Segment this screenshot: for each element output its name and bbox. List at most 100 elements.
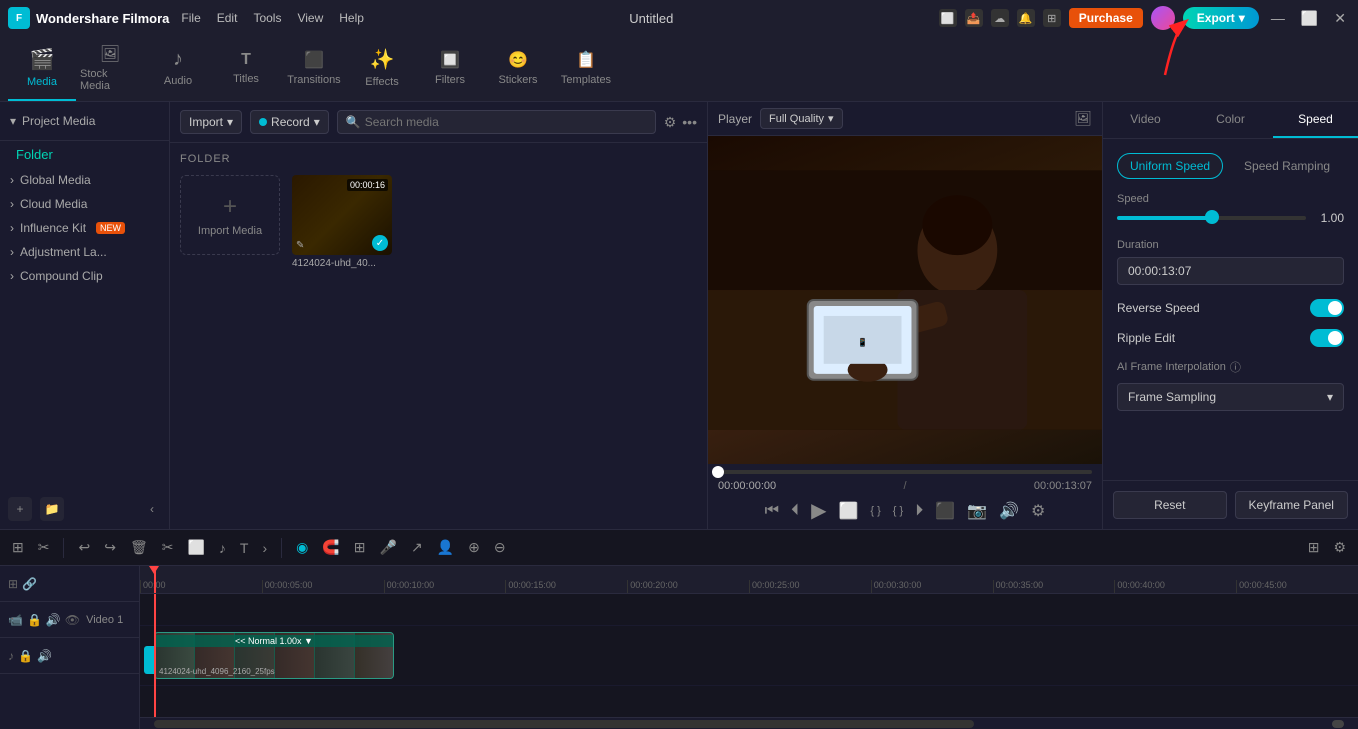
mark-in-icon[interactable]: { } [893,505,903,517]
ai-frame-info-icon[interactable]: ⓘ [1230,359,1241,375]
ripple-edit-toggle[interactable] [1310,329,1344,347]
win-minimize[interactable]: — [1267,10,1289,27]
menu-edit[interactable]: Edit [217,11,238,25]
tab-video[interactable]: Video [1103,102,1188,138]
speaker-icon[interactable]: 🔊 [999,501,1019,521]
track-eye-icon[interactable]: 👁 [65,613,80,627]
tab-color[interactable]: Color [1188,102,1273,138]
tab-effects[interactable]: ✨ Effects [348,36,416,101]
progress-thumb[interactable] [712,466,724,478]
win-restore[interactable]: ⬜ [1297,10,1322,27]
record-button[interactable]: Record ▾ [250,110,329,134]
timeline-settings-button[interactable]: ⚙ [1329,536,1350,559]
reset-button[interactable]: Reset [1113,491,1227,519]
reverse-speed-toggle[interactable] [1310,299,1344,317]
text-button[interactable]: T [236,537,253,559]
clip-start-handle[interactable] [144,646,156,674]
progress-bar[interactable] [718,470,1092,474]
person-button[interactable]: 👤 [433,536,458,559]
step-forward-icon[interactable]: { } [870,505,880,517]
bell-icon[interactable]: 🔔 [1017,9,1035,27]
more-button[interactable]: › [258,537,271,559]
step-back-icon[interactable]: ⏴ [791,502,799,520]
frame-sampling-dropdown[interactable]: Frame Sampling ▾ [1117,383,1344,411]
uniform-speed-tab[interactable]: Uniform Speed [1117,153,1223,179]
next-frame-icon[interactable]: ⏵ [915,502,923,520]
audio-button[interactable]: ♪ [215,537,230,559]
timeline-hscroll[interactable] [140,717,1358,729]
quality-dropdown[interactable]: Full Quality ▾ [760,108,843,129]
camera-icon[interactable]: 📷 [967,501,987,521]
search-input[interactable] [365,115,647,129]
mic-button[interactable]: 🎤 [376,536,401,559]
arrow-up-button[interactable]: ↗ [407,536,427,559]
video-clip[interactable]: << Normal 1.00x ▼ 4124024-uhd_4096_2160_… [154,632,394,679]
tab-stock-media[interactable]: 🖼 Stock Media [76,36,144,101]
settings-preview-icon[interactable]: ⚙ [1031,501,1045,521]
keyframe-button[interactable]: Keyframe Panel [1235,491,1349,519]
image-preview-icon[interactable]: 🖼 [1074,110,1092,127]
track-lock-icon[interactable]: 🔒 [27,613,42,627]
menu-help[interactable]: Help [339,11,364,25]
filter-icon[interactable]: ⚙ [664,114,677,131]
minimize-icon[interactable]: ⬜ [939,9,957,27]
timeline-trim-tool[interactable]: ✂ [34,536,54,559]
sidebar-add-btn[interactable]: + [8,497,32,521]
cast-icon[interactable]: 📤 [965,9,983,27]
link-track-icon[interactable]: 🔗 [22,577,37,591]
apps-icon[interactable]: ⊞ [1043,9,1061,27]
delete-button[interactable]: 🗑 [126,536,152,559]
sidebar-item-compound-clip[interactable]: › Compound Clip [0,264,169,288]
media-item[interactable]: 00:00:16 ✎ ✓ 4124024-uhd_40... [292,175,392,269]
tab-filters[interactable]: 🔲 Filters [416,36,484,101]
cloud-icon[interactable]: ☁ [991,9,1009,27]
speed-thumb[interactable] [1205,210,1219,224]
menu-tools[interactable]: Tools [253,11,281,25]
sidebar-project-header[interactable]: ▾ Project Media [10,110,159,132]
sidebar-item-adjustment-layer[interactable]: › Adjustment La... [0,240,169,264]
win-close[interactable]: ✕ [1330,10,1350,27]
sidebar-folder-btn[interactable]: 📁 [40,497,64,521]
play-icon[interactable]: ▶ [811,498,826,523]
import-media-placeholder[interactable]: + Import Media [180,175,280,255]
more-options-icon[interactable]: ••• [682,114,697,131]
hscroll-thumb[interactable] [154,720,974,728]
speed-ramp-tab[interactable]: Speed Ramping [1231,153,1343,179]
timeline-select-tool[interactable]: ⊞ [8,536,28,559]
tab-media[interactable]: 🎬 Media [8,36,76,101]
stop-icon[interactable]: ⬜ [838,501,858,521]
duration-input[interactable] [1117,257,1344,285]
search-box[interactable]: 🔍 [337,110,656,134]
snap-button[interactable]: ◉ [292,536,312,559]
sidebar-item-influence-kit[interactable]: › Influence Kit NEW [0,216,169,240]
redo-button[interactable]: ↪ [100,536,120,559]
add-track-icon[interactable]: ⊞ [8,577,18,591]
hscroll-end[interactable] [1332,720,1344,728]
audio-volume-icon[interactable]: 🔊 [37,649,52,663]
sidebar-collapse-btn[interactable]: ‹ [143,500,161,518]
skip-back-icon[interactable]: ⏮ [765,502,779,520]
sidebar-item-cloud-media[interactable]: › Cloud Media [0,192,169,216]
purchase-button[interactable]: Purchase [1069,8,1143,28]
menu-file[interactable]: File [181,11,200,25]
tab-speed[interactable]: Speed [1273,102,1358,138]
grid-view-button[interactable]: ⊞ [1304,536,1324,559]
tab-audio[interactable]: ♪ Audio [144,36,212,101]
track-volume-icon[interactable]: 🔊 [46,613,61,627]
speed-slider[interactable] [1117,216,1306,220]
mark-button[interactable]: ⊞ [350,536,370,559]
avatar[interactable] [1151,6,1175,30]
tab-templates[interactable]: 📋 Templates [552,36,620,101]
menu-view[interactable]: View [297,11,323,25]
audio-lock-icon[interactable]: 🔒 [18,649,33,663]
tab-titles[interactable]: T Titles [212,36,280,101]
tab-transitions[interactable]: ⬛ Transitions [280,36,348,101]
undo-button[interactable]: ↩ [74,536,94,559]
tab-stickers[interactable]: 😊 Stickers [484,36,552,101]
crop-button[interactable]: ⬜ [183,536,208,559]
add-track-button[interactable]: ⊕ [464,536,484,559]
sidebar-folder[interactable]: Folder [0,141,169,168]
import-button[interactable]: Import ▾ [180,110,242,134]
magnet-button[interactable]: 🧲 [318,536,343,559]
export-button[interactable]: Export ▾ [1183,7,1259,29]
